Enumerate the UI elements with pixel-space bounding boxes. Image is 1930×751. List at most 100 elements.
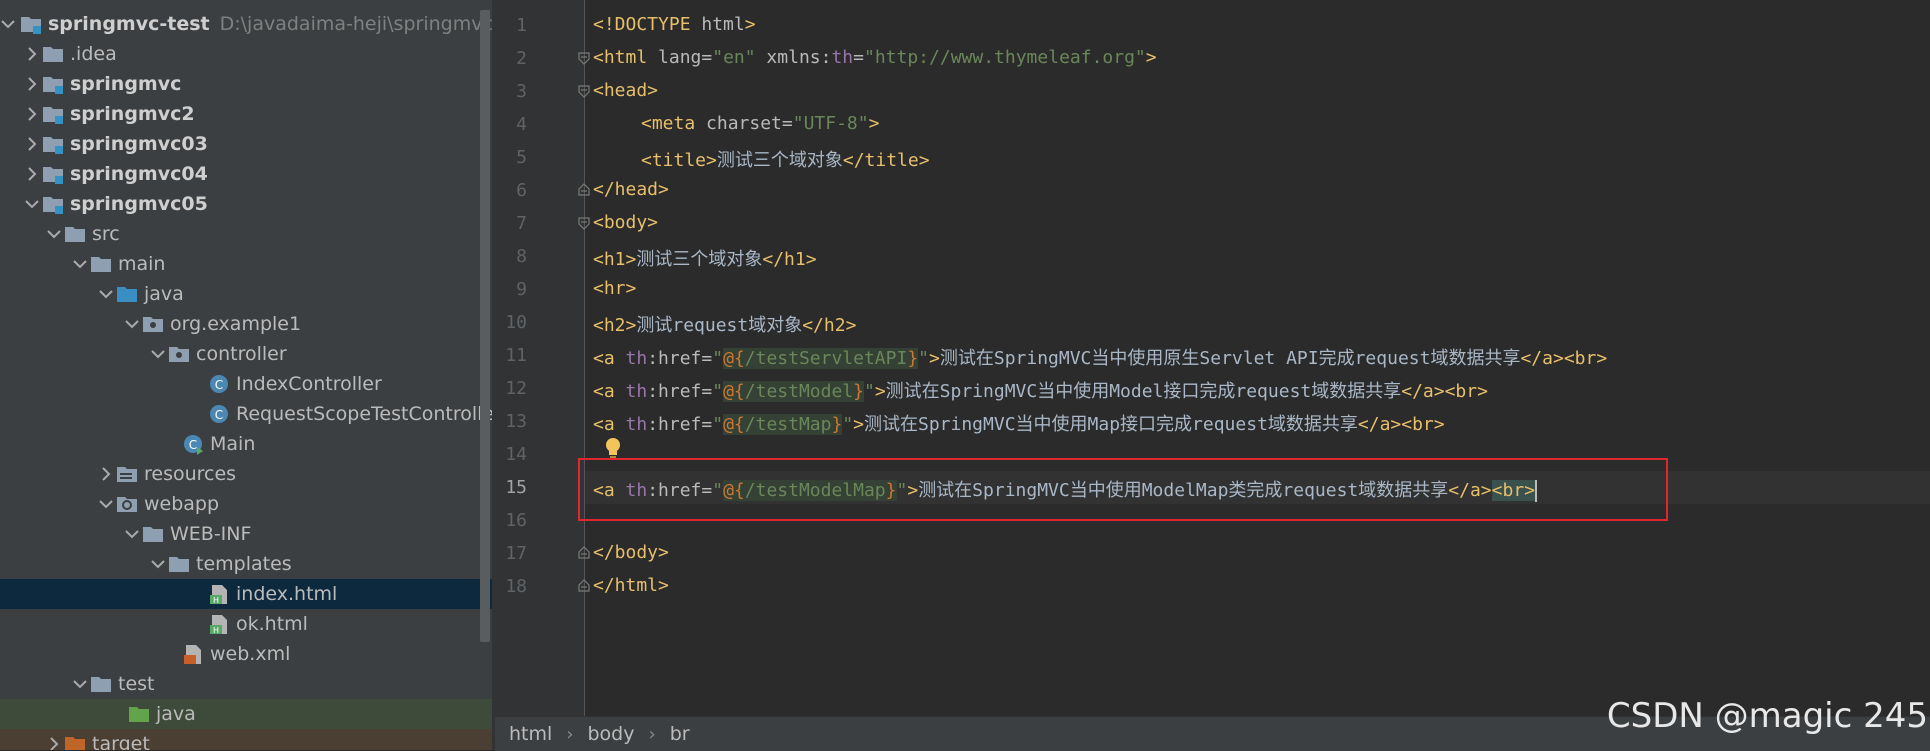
- tree-item[interactable]: java: [0, 699, 492, 729]
- chevron-right-icon[interactable]: [22, 164, 42, 184]
- breadcrumb-item[interactable]: html: [509, 723, 552, 745]
- code-line-12[interactable]: <a th:href="@{/testModel}">测试在SpringMVC当…: [593, 377, 1488, 403]
- chevron-down-icon[interactable]: [70, 254, 90, 274]
- code-line-2[interactable]: <html lang="en" xmlns:th="http://www.thy…: [593, 47, 1157, 68]
- chevron-down-icon[interactable]: [70, 674, 90, 694]
- chevron-right-icon[interactable]: [22, 104, 42, 124]
- code-token: >: [868, 113, 880, 134]
- code-token: :href: [647, 381, 702, 402]
- code-token: >: [1145, 47, 1157, 68]
- breadcrumb-item[interactable]: body: [587, 723, 634, 745]
- code-line-10[interactable]: <h2>测试request域对象</h2>: [593, 311, 856, 337]
- tree-item[interactable]: templates: [0, 549, 492, 579]
- tree-item[interactable]: C IndexController: [0, 369, 492, 399]
- chevron-right-icon[interactable]: [44, 734, 64, 750]
- code-line-1[interactable]: <!DOCTYPE html>: [593, 14, 756, 35]
- code-line-3[interactable]: <head>: [593, 80, 658, 101]
- tree-item[interactable]: springmvc03: [0, 129, 492, 159]
- code-line-7[interactable]: <body>: [593, 212, 658, 233]
- chevron-down-icon[interactable]: [122, 314, 142, 334]
- tree-item[interactable]: springmvc04: [0, 159, 492, 189]
- line-number: 6: [516, 180, 527, 201]
- tree-item[interactable]: resources: [0, 459, 492, 489]
- chevron-right-icon[interactable]: [22, 74, 42, 94]
- chevron-down-icon[interactable]: [0, 14, 20, 34]
- line-number: 12: [505, 378, 527, 399]
- tree-item[interactable]: springmvc: [0, 69, 492, 99]
- fold-end-icon[interactable]: [577, 546, 591, 560]
- code-token: @{: [723, 348, 745, 369]
- code-line-8[interactable]: <h1>测试三个域对象</h1>: [593, 245, 817, 271]
- tree-item[interactable]: H ok.html: [0, 609, 492, 639]
- module-folder-icon: [42, 163, 64, 185]
- fold-icon[interactable]: [577, 84, 591, 98]
- tree-scrollbar[interactable]: [480, 10, 490, 642]
- tree-item[interactable]: C Main: [0, 429, 492, 459]
- tree-item[interactable]: main: [0, 249, 492, 279]
- fold-icon[interactable]: [577, 51, 591, 65]
- code-token: ": [842, 414, 854, 435]
- lightbulb-icon[interactable]: [604, 437, 622, 459]
- chevron-down-icon[interactable]: [148, 344, 168, 364]
- chevron-down-icon[interactable]: [22, 194, 42, 214]
- tree-item[interactable]: src: [0, 219, 492, 249]
- chevron-down-icon[interactable]: [44, 224, 64, 244]
- tree-item-label: java: [144, 283, 184, 305]
- fold-end-icon[interactable]: [577, 579, 591, 593]
- code-line-9[interactable]: <hr>: [593, 278, 636, 299]
- module-folder-icon: [20, 13, 42, 35]
- tree-item-label: org.example1: [170, 313, 302, 335]
- chevron-down-icon[interactable]: [96, 494, 116, 514]
- tree-item[interactable]: java: [0, 279, 492, 309]
- code-line-4[interactable]: <meta charset="UTF-8">: [593, 113, 879, 134]
- tree-item-label: springmvc05: [70, 193, 208, 215]
- folder-icon: [64, 223, 86, 245]
- chevron-right-icon[interactable]: [96, 464, 116, 484]
- code-token: </h1>: [762, 249, 817, 270]
- tree-item[interactable]: controller: [0, 339, 492, 369]
- chevron-right-icon[interactable]: [22, 44, 42, 64]
- html-file-icon: H: [208, 613, 230, 635]
- tree-item-label: index.html: [236, 583, 338, 605]
- line-number: 8: [516, 246, 527, 267]
- tree-item[interactable]: C RequestScopeTestController: [0, 399, 492, 429]
- tree-item-label: ok.html: [236, 613, 308, 635]
- fold-icon[interactable]: [577, 216, 591, 230]
- code-token: th: [625, 381, 648, 402]
- tree-item[interactable]: springmvc2: [0, 99, 492, 129]
- code-line-18[interactable]: </html>: [593, 575, 669, 596]
- code-token: =: [701, 47, 713, 68]
- excluded-folder-icon: [64, 733, 86, 750]
- tree-item[interactable]: org.example1: [0, 309, 492, 339]
- tree-item-label: web.xml: [210, 643, 291, 665]
- project-tree[interactable]: springmvc-test D:\javadaima-heji\springm…: [0, 0, 492, 750]
- code-line-11[interactable]: <a th:href="@{/testServletAPI}">测试在Sprin…: [593, 344, 1607, 370]
- chevron-down-icon[interactable]: [96, 284, 116, 304]
- tree-item-selected[interactable]: H index.html: [0, 579, 492, 609]
- tree-item[interactable]: webapp: [0, 489, 492, 519]
- tree-item[interactable]: .idea: [0, 39, 492, 69]
- breadcrumb-item[interactable]: br: [670, 723, 690, 745]
- code-token: >: [853, 414, 864, 435]
- tree-root-row[interactable]: springmvc-test D:\javadaima-heji\springm…: [0, 9, 492, 39]
- java-class-icon: C: [208, 403, 230, 425]
- code-token: th: [831, 47, 854, 68]
- code-line-5[interactable]: <title>测试三个域对象</title>: [593, 146, 930, 172]
- fold-end-icon[interactable]: [577, 183, 591, 197]
- tree-item[interactable]: WEB-INF: [0, 519, 492, 549]
- line-number: 13: [505, 411, 527, 432]
- module-folder-icon: [42, 193, 64, 215]
- chevron-down-icon[interactable]: [148, 554, 168, 574]
- tree-item[interactable]: test: [0, 669, 492, 699]
- code-line-17[interactable]: </body>: [593, 542, 669, 563]
- tree-item-label: IndexController: [236, 373, 382, 395]
- code-token: :href: [647, 348, 702, 369]
- code-line-6[interactable]: </head>: [593, 179, 669, 200]
- chevron-down-icon[interactable]: [122, 524, 142, 544]
- tree-item[interactable]: target: [0, 729, 492, 750]
- code-line-13[interactable]: <a th:href="@{/testMap}">测试在SpringMVC当中使…: [593, 410, 1445, 436]
- chevron-right-icon[interactable]: [22, 134, 42, 154]
- tree-item[interactable]: web.xml: [0, 639, 492, 669]
- tree-item[interactable]: springmvc05: [0, 189, 492, 219]
